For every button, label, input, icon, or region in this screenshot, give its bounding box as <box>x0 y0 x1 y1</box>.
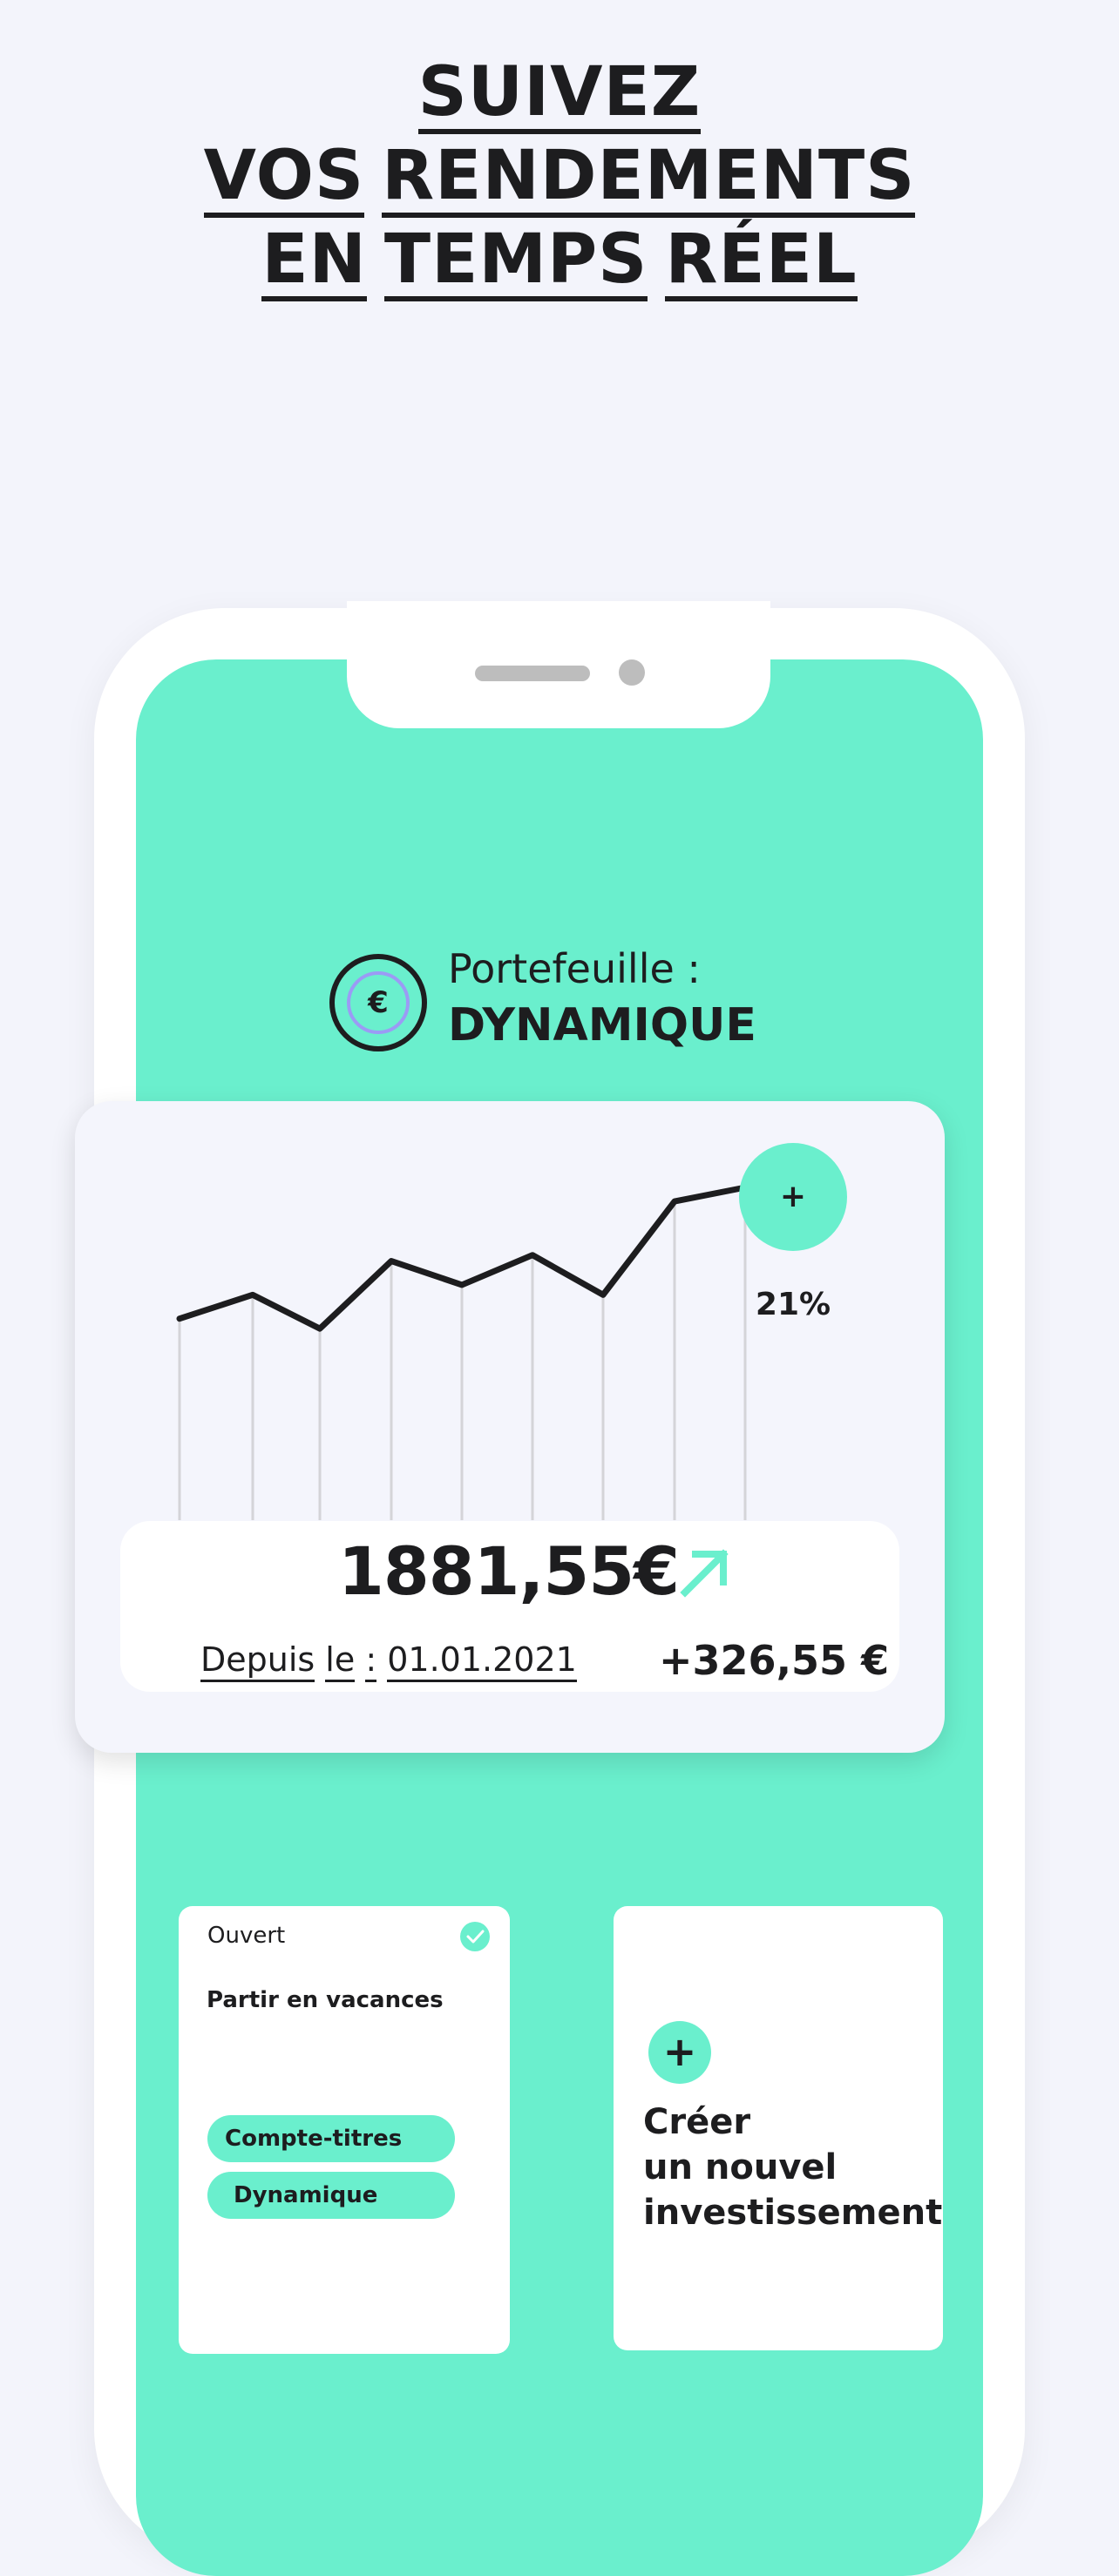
arrow-up-right-icon <box>680 1549 729 1598</box>
since-word: : <box>365 1640 377 1682</box>
since-word: Depuis <box>200 1640 315 1682</box>
since-date: 01.01.2021 <box>387 1640 577 1682</box>
tag-risk-profile: Dynamique <box>207 2172 455 2219</box>
check-circle-icon <box>460 1922 490 1951</box>
total-value: 1881,55€ <box>338 1532 680 1610</box>
plus-icon[interactable]: + <box>648 2021 711 2084</box>
new-investment-label-line: un nouvel <box>643 2147 838 2187</box>
status-label: Ouvert <box>207 1923 286 1949</box>
new-investment-label-line: investissement <box>643 2193 943 2233</box>
since-word: le <box>325 1640 356 1682</box>
percent-badge: + 21% <box>739 1143 847 1322</box>
new-investment-label[interactable]: Créer un nouvel investissement <box>643 2099 943 2235</box>
tag-account-type: Compte-titres <box>207 2115 455 2162</box>
since-date-label: Depuis le : 01.01.2021 <box>200 1638 577 1682</box>
goal-title: Partir en vacances <box>207 1987 444 2013</box>
gain-value: +326,55 € <box>659 1637 890 1684</box>
new-investment-label-line: Créer <box>643 2102 751 2142</box>
performance-sparkline <box>176 1184 749 1520</box>
